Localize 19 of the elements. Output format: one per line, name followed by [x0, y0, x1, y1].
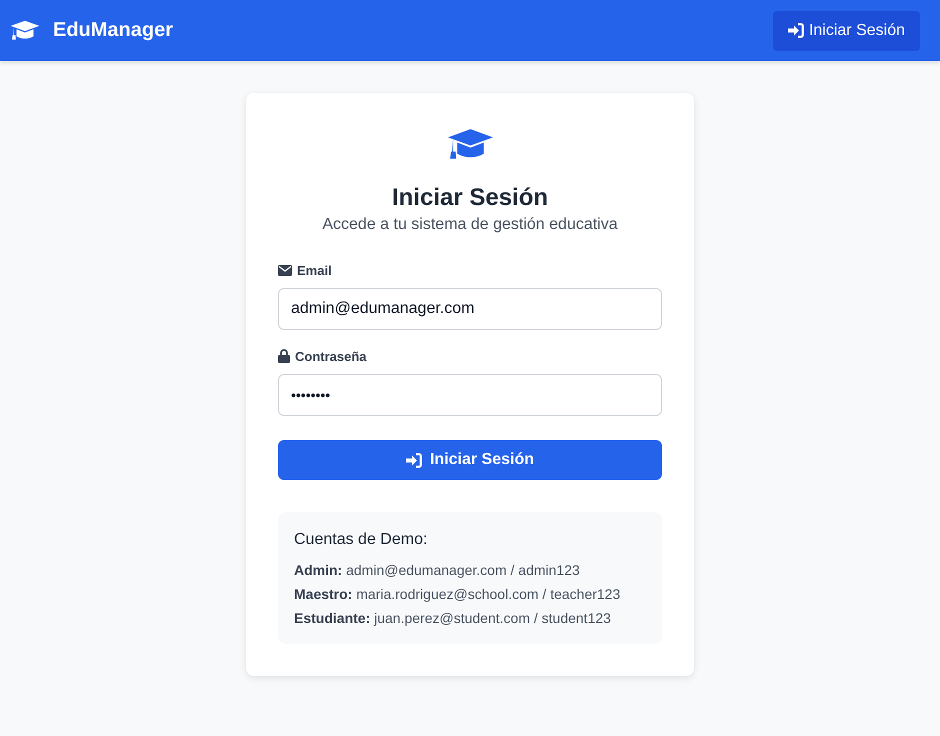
graduation-cap-icon — [10, 20, 40, 41]
field-label: Email — [297, 262, 332, 278]
lock-icon — [278, 349, 290, 363]
field-label: Contraseña — [295, 348, 367, 364]
login-title: Iniciar Sesión — [392, 183, 548, 213]
brand-name: EduManager — [53, 19, 174, 42]
login-subtitle: Accede a tu sistema de gestión educativa — [322, 215, 618, 235]
envelope-icon — [278, 264, 292, 276]
sign-in-icon — [406, 452, 422, 468]
sign-in-icon — [788, 23, 804, 38]
demo-account-line: Maestro: maria.rodriguez@school.com / teacher123 — [294, 585, 622, 604]
email-field[interactable]: admin@edumanager.com — [278, 288, 662, 330]
password-field[interactable]: •••••••• — [278, 374, 662, 416]
demo-account-line: Estudiante: juan.perez@student.com / student123 — [294, 609, 612, 628]
demo-accounts-title: Cuentas de Demo: — [294, 530, 428, 550]
graduation-cap-icon — [446, 128, 494, 161]
login-button[interactable]: Iniciar Sesión — [772, 10, 920, 50]
submit-button[interactable]: Iniciar Sesión — [278, 440, 662, 480]
demo-account-line: Admin: admin@edumanager.com / admin123 — [294, 561, 581, 580]
